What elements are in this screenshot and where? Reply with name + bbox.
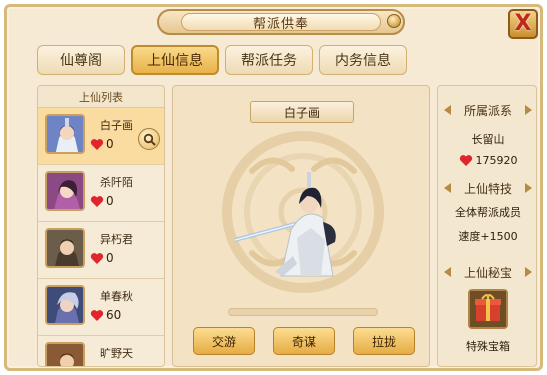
tab-bar: 仙尊阁 上仙信息 帮派任务 内务信息 — [37, 45, 407, 75]
tab-shangxian-info[interactable]: 上仙信息 — [131, 45, 219, 75]
tab-xianzunge[interactable]: 仙尊阁 — [37, 45, 125, 75]
tab-guild-tasks[interactable]: 帮派任务 — [225, 45, 313, 75]
list-item[interactable]: 杀阡陌 0 — [38, 165, 164, 222]
close-button[interactable]: X — [508, 9, 538, 39]
hearts-row: 175920 — [438, 154, 538, 167]
close-icon: X — [514, 11, 532, 36]
avatar — [45, 228, 85, 268]
search-icon — [143, 133, 156, 146]
list-item-count: 0 — [106, 194, 114, 208]
list-header: 上仙列表 — [38, 86, 164, 108]
heart-icon — [90, 310, 104, 321]
list-item[interactable]: 单春秋 60 — [38, 279, 164, 336]
heart-icon — [90, 196, 104, 207]
dialog-title: 帮派供奉 — [181, 13, 381, 32]
skill-section-title: 上仙特技 — [442, 178, 534, 198]
search-button[interactable] — [138, 128, 160, 150]
skill-target: 全体帮派成员 — [455, 206, 521, 219]
avatar — [45, 342, 85, 366]
heart-icon — [90, 139, 104, 150]
list-item[interactable]: 异朽君 0 — [38, 222, 164, 279]
immortal-list: 上仙列表 白子画 0 杀阡陌 0 异朽君 0 单春秋 60 旷野天 — [37, 85, 165, 367]
title-right-ornament — [387, 14, 401, 28]
faction-section-title: 所属派系 — [442, 100, 534, 120]
treasure-name: 特殊宝箱 — [466, 340, 510, 353]
character-display: 白子画 交游 奇谋 拉拢 — [172, 85, 430, 367]
avatar — [45, 171, 85, 211]
heart-icon — [90, 253, 104, 264]
hearts-value: 175920 — [475, 154, 518, 167]
avatar — [45, 285, 85, 325]
tab-internal-info[interactable]: 内务信息 — [319, 45, 407, 75]
favor-progress-bar — [228, 308, 378, 316]
treasure-chest-icon[interactable] — [468, 289, 508, 329]
action-bar: 交游 奇谋 拉拢 — [193, 327, 415, 355]
faction-value: 长留山 — [471, 133, 505, 146]
list-item-count: 0 — [106, 137, 114, 151]
strategy-button[interactable]: 奇谋 — [273, 327, 335, 355]
recruit-button[interactable]: 拉拢 — [353, 327, 415, 355]
title-bar: 帮派供奉 — [157, 9, 405, 35]
list-item-count: 60 — [106, 308, 122, 322]
list-item-name: 杀阡陌 — [100, 176, 133, 189]
dialog-window: 帮派供奉 X 仙尊阁 上仙信息 帮派任务 内务信息 上仙列表 白子画 0 杀阡陌… — [4, 4, 543, 371]
list-item-name: 旷野天 — [100, 347, 133, 360]
list-item-count: 0 — [106, 251, 114, 265]
list-item-name: 单春秋 — [100, 290, 133, 303]
avatar — [45, 114, 85, 154]
character-name: 白子画 — [250, 101, 354, 123]
list-item-name: 异朽君 — [100, 233, 133, 246]
character-figure — [235, 172, 336, 277]
info-panel: 所属派系 长留山 175920 上仙特技 全体帮派成员 速度+1500 上仙秘宝… — [437, 85, 537, 367]
socialize-button[interactable]: 交游 — [193, 327, 255, 355]
skill-effect: 速度+1500 — [458, 230, 518, 243]
list-item-name: 白子画 — [100, 119, 133, 132]
list-item[interactable]: 旷野天 — [38, 336, 164, 366]
treasure-section-title: 上仙秘宝 — [442, 262, 534, 282]
heart-icon — [459, 155, 472, 166]
list-item[interactable]: 白子画 0 — [38, 108, 164, 165]
